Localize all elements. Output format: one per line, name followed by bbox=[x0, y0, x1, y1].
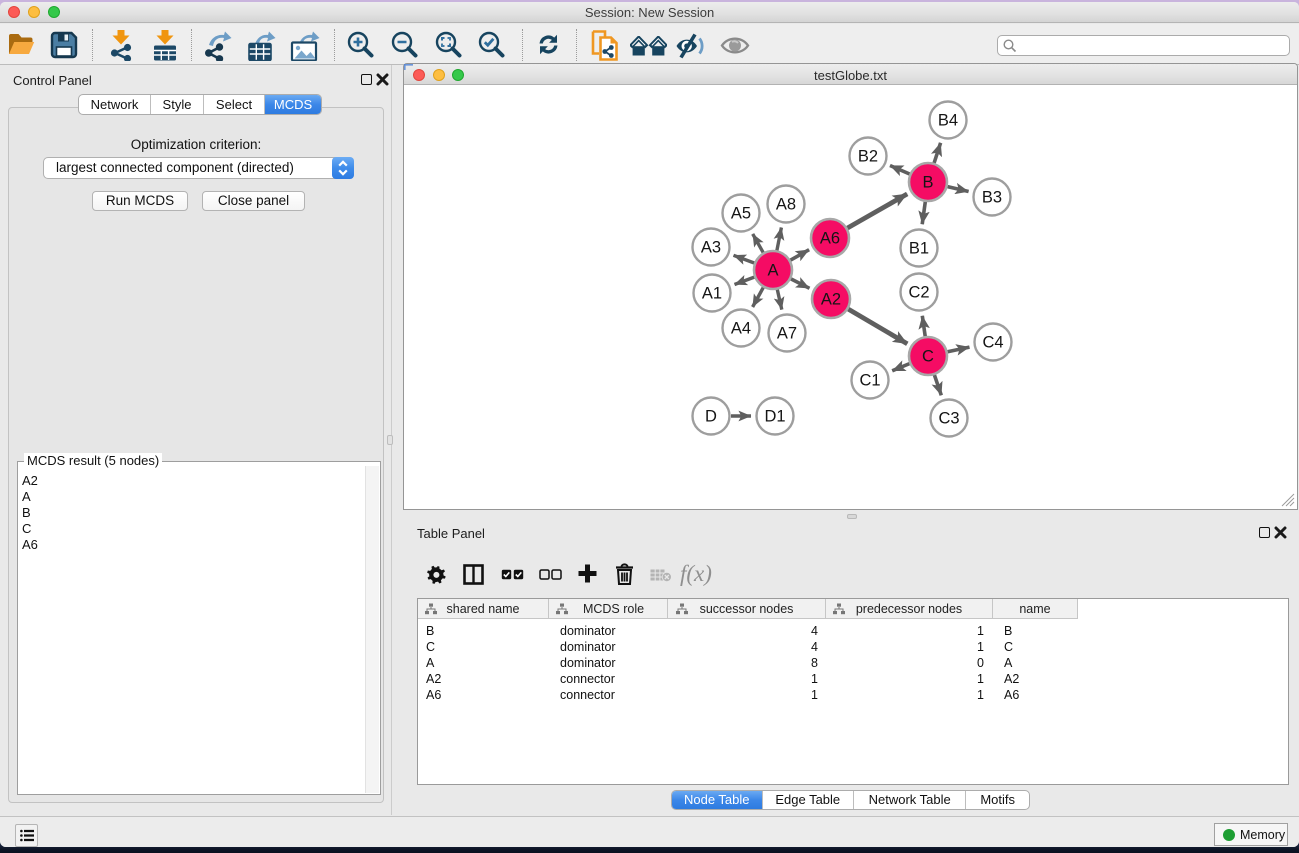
svg-text:C4: C4 bbox=[982, 334, 1003, 352]
svg-text:A8: A8 bbox=[776, 196, 796, 214]
svg-text:D1: D1 bbox=[764, 408, 785, 426]
svg-text:B1: B1 bbox=[909, 240, 929, 258]
svg-text:A4: A4 bbox=[731, 320, 751, 338]
svg-text:C2: C2 bbox=[908, 284, 929, 302]
svg-text:B3: B3 bbox=[982, 189, 1002, 207]
svg-text:A: A bbox=[767, 262, 778, 280]
svg-text:B4: B4 bbox=[938, 112, 958, 130]
svg-text:B2: B2 bbox=[858, 148, 878, 166]
svg-text:A7: A7 bbox=[777, 325, 797, 343]
svg-text:C3: C3 bbox=[938, 410, 959, 428]
svg-text:A3: A3 bbox=[701, 239, 721, 257]
svg-text:B: B bbox=[922, 174, 933, 192]
svg-text:C1: C1 bbox=[859, 372, 880, 390]
svg-text:D: D bbox=[705, 408, 717, 426]
svg-text:A2: A2 bbox=[821, 291, 841, 309]
svg-text:A5: A5 bbox=[731, 205, 751, 223]
svg-text:A6: A6 bbox=[820, 230, 840, 248]
svg-text:C: C bbox=[922, 348, 934, 366]
svg-text:A1: A1 bbox=[702, 285, 722, 303]
